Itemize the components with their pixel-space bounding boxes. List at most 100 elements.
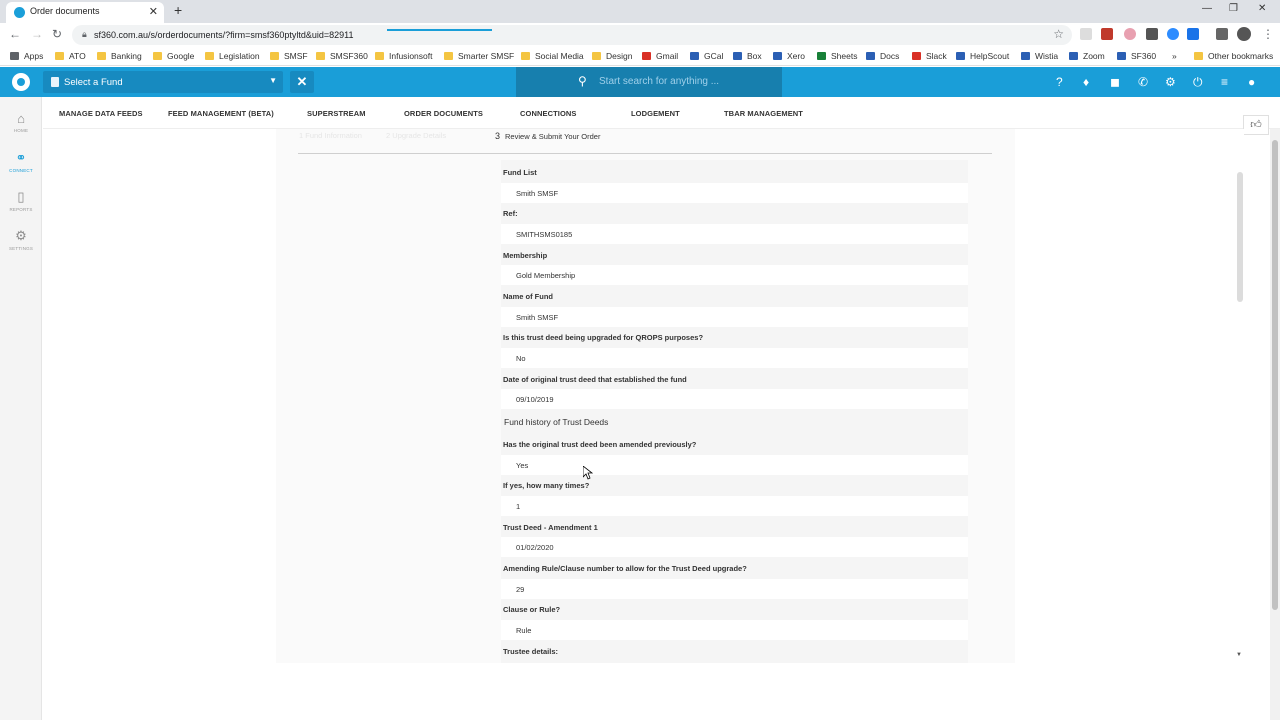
extension-icon[interactable] <box>1080 28 1092 40</box>
address-bar[interactable]: 🔒︎ sf360.com.au/s/orderdocuments/?firm=s… <box>72 25 1072 45</box>
tab-order-documents[interactable]: ORDER DOCUMENTS <box>404 109 483 118</box>
pdf-icon: ▯ <box>17 189 25 204</box>
forward-icon[interactable]: → <box>31 27 43 41</box>
field-label: Ref: <box>503 209 518 218</box>
feedback-thumbs-up-icon[interactable]: 👍︎ <box>1243 115 1269 135</box>
bookmark-gmail[interactable]: Gmail <box>642 51 678 61</box>
chat-icon[interactable]: ◼ <box>1110 75 1120 89</box>
bookmark-sheets[interactable]: Sheets <box>817 51 857 61</box>
phone-icon[interactable]: ✆ <box>1138 75 1148 89</box>
bookmark-apps[interactable]: Apps <box>10 51 43 61</box>
scroll-down-icon[interactable]: ▼ <box>1236 652 1242 658</box>
extension-icon[interactable] <box>1124 28 1136 40</box>
bookmark-zoom[interactable]: Zoom <box>1069 51 1105 61</box>
bookmark-folder[interactable]: Smarter SMSF <box>444 51 514 61</box>
bookmark-slack[interactable]: Slack <box>912 51 947 61</box>
bookmark-folder[interactable]: Google <box>153 51 194 61</box>
tab-manage-data-feeds[interactable]: MANAGE DATA FEEDS <box>59 109 143 118</box>
step-label: Review & Submit Your Order <box>505 132 601 141</box>
bookmark-gcal[interactable]: GCal <box>690 51 723 61</box>
bookmark-folder[interactable]: Legislation <box>205 51 260 61</box>
sheets-icon <box>817 52 826 60</box>
back-icon[interactable]: ← <box>9 27 21 41</box>
bookmark-folder[interactable]: Social Media <box>521 51 584 61</box>
notification-bell-icon[interactable]: ♦ <box>1083 75 1089 89</box>
help-icon[interactable]: ? <box>1056 75 1063 89</box>
user-icon[interactable]: ● <box>1248 75 1255 89</box>
browser-tab[interactable]: Order documents ✕ <box>6 2 164 23</box>
tab-feed-management[interactable]: FEED MANAGEMENT (BETA) <box>168 109 274 118</box>
bookmark-helpscout[interactable]: HelpScout <box>956 51 1009 61</box>
folder-icon <box>316 52 325 60</box>
bookmark-box[interactable]: Box <box>733 51 762 61</box>
bookmark-folder[interactable]: Design <box>592 51 632 61</box>
home-icon: ⌂ <box>17 111 25 126</box>
field-value: Yes <box>501 455 968 475</box>
bookmark-docs[interactable]: Docs <box>866 51 899 61</box>
sidebar-item-settings[interactable]: ⚙ SETTINGS <box>0 228 42 251</box>
sidebar-item-connect[interactable]: ⚭ CONNECT <box>0 150 42 173</box>
left-sidebar: ⌂ HOME ⚭ CONNECT ▯ REPORTS ⚙ SETTINGS <box>0 97 42 720</box>
page-scrollbar-thumb[interactable] <box>1272 140 1278 610</box>
search-icon: ⚲ <box>578 74 587 88</box>
close-tab-icon[interactable]: ✕ <box>149 5 158 18</box>
field-value: 09/10/2019 <box>501 389 968 409</box>
field-value: SMITHSMS0185 <box>501 224 968 244</box>
bookmark-folder[interactable]: SMSF360 <box>316 51 368 61</box>
url-text: sf360.com.au/s/orderdocuments/?firm=smsf… <box>94 30 354 40</box>
extension-icon[interactable] <box>1187 28 1199 40</box>
folder-icon <box>592 52 601 60</box>
new-tab-icon[interactable]: + <box>174 2 182 18</box>
tab-superstream[interactable]: SUPERSTREAM <box>307 109 366 118</box>
restore-icon[interactable]: ❐ <box>1229 3 1238 14</box>
document-icon <box>51 77 59 87</box>
sf360-logo-icon[interactable] <box>12 73 30 91</box>
more-bookmarks-icon[interactable]: » <box>1172 51 1177 61</box>
sidebar-item-home[interactable]: ⌂ HOME <box>0 111 42 133</box>
menu-icon[interactable]: ≡ <box>1221 75 1228 89</box>
folder-icon <box>444 52 453 60</box>
field-label: Name of Fund <box>503 292 553 301</box>
extension-icon[interactable] <box>1101 28 1113 40</box>
bookmark-star-icon[interactable]: ☆ <box>1053 27 1064 41</box>
bookmark-wistia[interactable]: Wistia <box>1021 51 1058 61</box>
profile-avatar[interactable] <box>1237 27 1251 41</box>
step-1[interactable]: 1 Fund Information <box>299 131 362 140</box>
extension-icon[interactable] <box>1167 28 1179 40</box>
lock-icon: 🔒︎ <box>82 29 87 39</box>
sidebar-item-reports[interactable]: ▯ REPORTS <box>0 189 42 212</box>
close-window-icon[interactable]: ✕ <box>1258 3 1266 14</box>
media-icon[interactable] <box>1216 28 1228 40</box>
active-tab-indicator <box>387 29 492 31</box>
reload-icon[interactable]: ↻ <box>52 27 62 41</box>
folder-icon <box>55 52 64 60</box>
tab-connections[interactable]: CONNECTIONS <box>520 109 577 118</box>
folder-icon <box>521 52 530 60</box>
minimize-icon[interactable]: — <box>1202 3 1212 14</box>
browser-menu-icon[interactable]: ⋮ <box>1262 27 1274 41</box>
xero-button[interactable]: ✕ <box>290 71 314 93</box>
fund-selector[interactable]: Select a Fund ▼ <box>43 71 283 93</box>
global-search[interactable]: ⚲ Start search for anything ... <box>516 67 782 97</box>
bookmark-folder[interactable]: SMSF <box>270 51 308 61</box>
zoom-icon <box>1069 52 1078 60</box>
review-form: Fund List Smith SMSF Ref: SMITHSMS0185 M… <box>501 160 968 663</box>
sidebar-item-label: REPORTS <box>9 207 33 212</box>
step-3[interactable]: 3 Review & Submit Your Order <box>495 131 600 141</box>
tab-tbar-management[interactable]: TBAR MANAGEMENT <box>724 109 803 118</box>
other-bookmarks[interactable]: Other bookmarks <box>1194 51 1273 61</box>
power-icon[interactable]: ⏻ <box>1193 75 1203 90</box>
folder-icon <box>270 52 279 60</box>
tab-lodgement[interactable]: LODGEMENT <box>631 109 680 118</box>
bookmark-sf360[interactable]: SF360 <box>1117 51 1156 61</box>
bookmark-folder[interactable]: ATO <box>55 51 86 61</box>
bookmark-folder[interactable]: Banking <box>97 51 142 61</box>
step-2[interactable]: 2 Upgrade Details <box>386 131 446 140</box>
bookmark-folder[interactable]: Infusionsoft <box>375 51 432 61</box>
inner-scrollbar-thumb[interactable] <box>1237 172 1243 302</box>
field-label: Membership <box>503 251 548 260</box>
bookmark-xero[interactable]: Xero <box>773 51 805 61</box>
extension-icon[interactable] <box>1146 28 1158 40</box>
gear-icon[interactable]: ⚙ <box>1165 75 1176 89</box>
field-label: Clause or Rule? <box>503 605 561 614</box>
